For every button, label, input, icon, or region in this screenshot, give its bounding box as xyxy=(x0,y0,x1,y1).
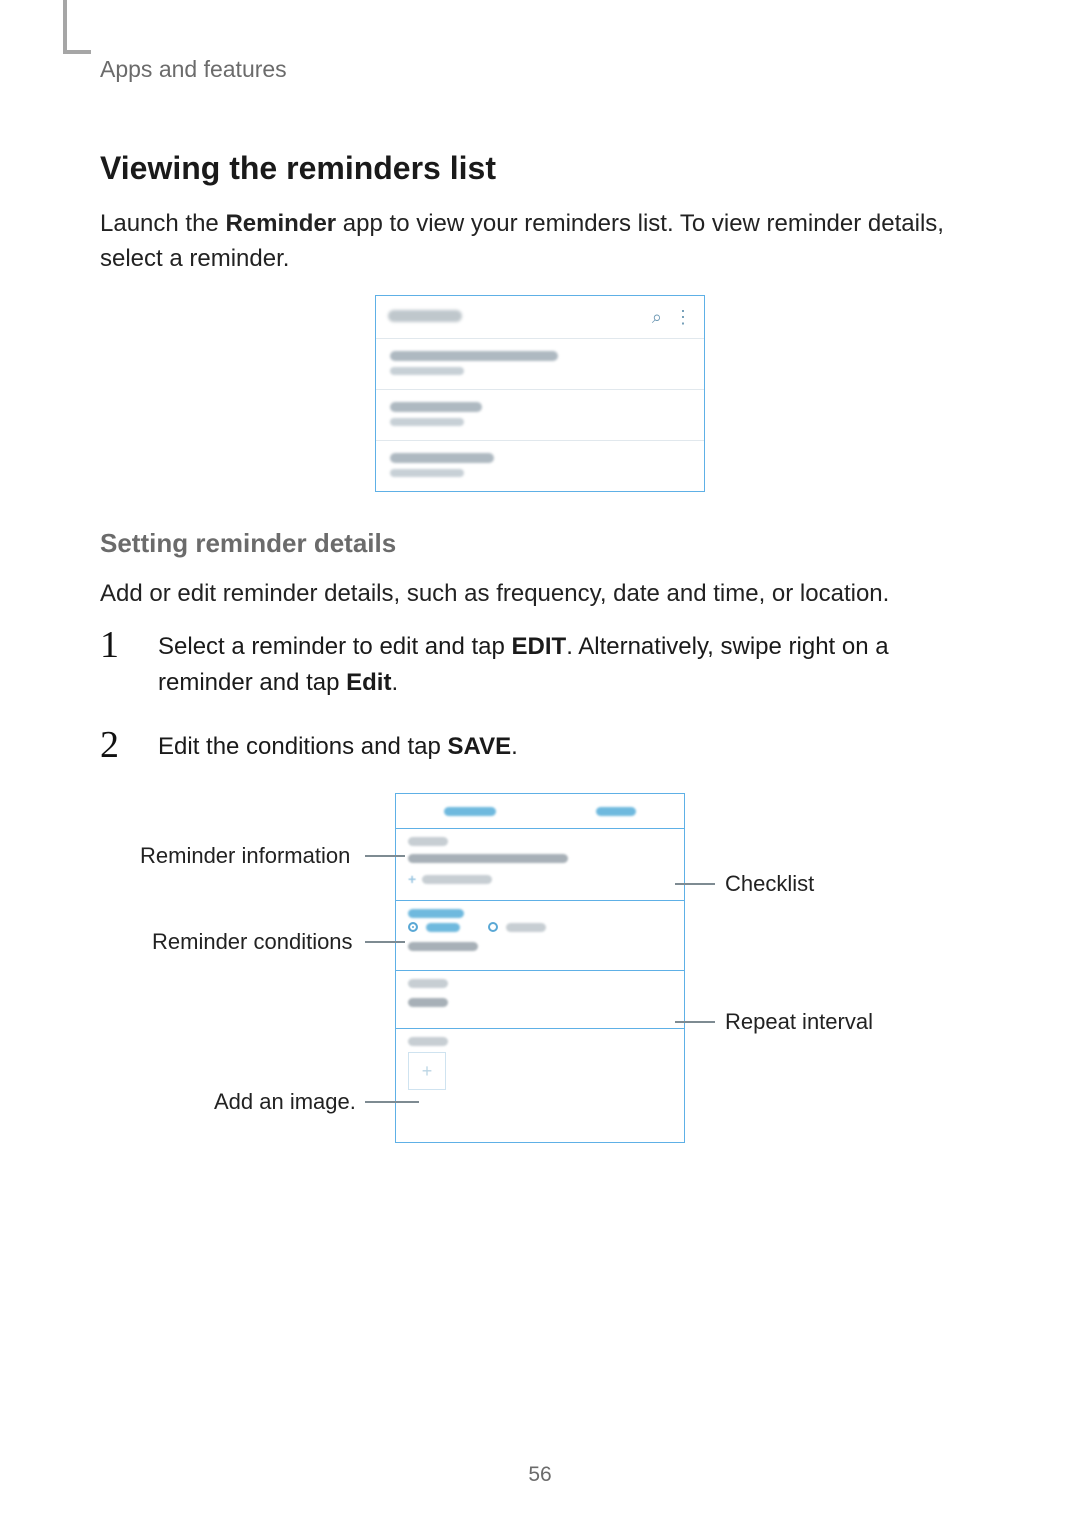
plus-icon: + xyxy=(408,871,416,887)
step1-text-e: . xyxy=(391,669,398,696)
radio-time-label xyxy=(426,923,460,932)
screenshot-title-placeholder xyxy=(388,310,462,322)
cancel-button-placeholder[interactable] xyxy=(444,807,496,816)
radio-place-label xyxy=(506,923,546,932)
subsection-intro: Add or edit reminder details, such as fr… xyxy=(100,577,980,612)
page-content: Viewing the reminders list Launch the Re… xyxy=(100,150,980,1153)
screenshot-reminders-list: ⌕ ⋮ xyxy=(375,295,705,492)
lead-line xyxy=(365,1101,419,1103)
reminder-subtitle-placeholder xyxy=(390,469,464,477)
page-number: 56 xyxy=(0,1463,1080,1487)
reminder-row[interactable] xyxy=(376,389,704,440)
step1-edit-word: Edit xyxy=(346,669,391,696)
more-icon[interactable]: ⋮ xyxy=(674,308,692,326)
plus-icon: + xyxy=(422,1061,433,1082)
step1-edit-upper: EDIT xyxy=(512,633,567,660)
screenshot-reminder-editor: + xyxy=(395,793,685,1143)
section-intro: Launch the Reminder app to view your rem… xyxy=(100,207,980,277)
lead-line xyxy=(365,941,405,943)
callout-reminder-information: Reminder information xyxy=(140,843,350,869)
lead-line xyxy=(675,883,715,885)
editor-repeat-section xyxy=(396,970,684,1028)
running-header: Apps and features xyxy=(100,56,287,83)
add-checklist-placeholder xyxy=(422,875,492,884)
editor-conditions-section xyxy=(396,900,684,970)
section-heading: Viewing the reminders list xyxy=(100,150,980,187)
step2-text-c: . xyxy=(511,733,518,760)
callout-checklist: Checklist xyxy=(725,871,814,897)
search-icon[interactable]: ⌕ xyxy=(652,308,662,326)
repeat-value-placeholder[interactable] xyxy=(408,998,448,1007)
editor-actionbar xyxy=(396,794,684,828)
save-button-placeholder[interactable] xyxy=(596,807,636,816)
radio-time[interactable] xyxy=(408,922,418,932)
step2-text-a: Edit the conditions and tap xyxy=(158,733,448,760)
subsection-heading: Setting reminder details xyxy=(100,528,980,559)
intro-app-name: Reminder xyxy=(225,210,336,237)
screenshot-appbar: ⌕ ⋮ xyxy=(376,296,704,338)
callout-repeat-interval: Repeat interval xyxy=(725,1009,873,1035)
conditions-radio-row xyxy=(408,922,672,932)
lead-line xyxy=(675,1021,715,1023)
step-2: Edit the conditions and tap SAVE. xyxy=(100,729,980,765)
editor-info-section: + xyxy=(396,828,684,900)
reminder-row[interactable] xyxy=(376,440,704,491)
reminder-subtitle-placeholder xyxy=(390,418,464,426)
reminder-subtitle-placeholder xyxy=(390,367,464,375)
reminder-title-placeholder xyxy=(390,351,558,361)
callout-reminder-conditions: Reminder conditions xyxy=(152,929,353,955)
page-corner-mark xyxy=(63,0,67,54)
lead-line xyxy=(365,855,405,857)
step1-text-a: Select a reminder to edit and tap xyxy=(158,633,512,660)
conditions-label-placeholder xyxy=(408,909,464,918)
numbered-steps: Select a reminder to edit and tap EDIT. … xyxy=(100,629,980,765)
radio-place[interactable] xyxy=(488,922,498,932)
reminder-editor-diagram: + xyxy=(170,793,910,1153)
reminder-row[interactable] xyxy=(376,338,704,389)
datetime-placeholder[interactable] xyxy=(408,942,478,951)
callout-add-image: Add an image. xyxy=(214,1089,356,1115)
checklist-add-row[interactable]: + xyxy=(408,871,672,887)
reminder-title-placeholder xyxy=(390,402,482,412)
step-1: Select a reminder to edit and tap EDIT. … xyxy=(100,629,980,701)
title-input-placeholder[interactable] xyxy=(408,854,568,863)
reminder-title-placeholder xyxy=(390,453,494,463)
intro-text-pre: Launch the xyxy=(100,210,225,237)
step2-save: SAVE xyxy=(448,733,512,760)
add-image-button[interactable]: + xyxy=(408,1052,446,1090)
label-placeholder xyxy=(408,837,448,846)
editor-image-section: + xyxy=(396,1028,684,1098)
image-label-placeholder xyxy=(408,1037,448,1046)
repeat-label-placeholder xyxy=(408,979,448,988)
